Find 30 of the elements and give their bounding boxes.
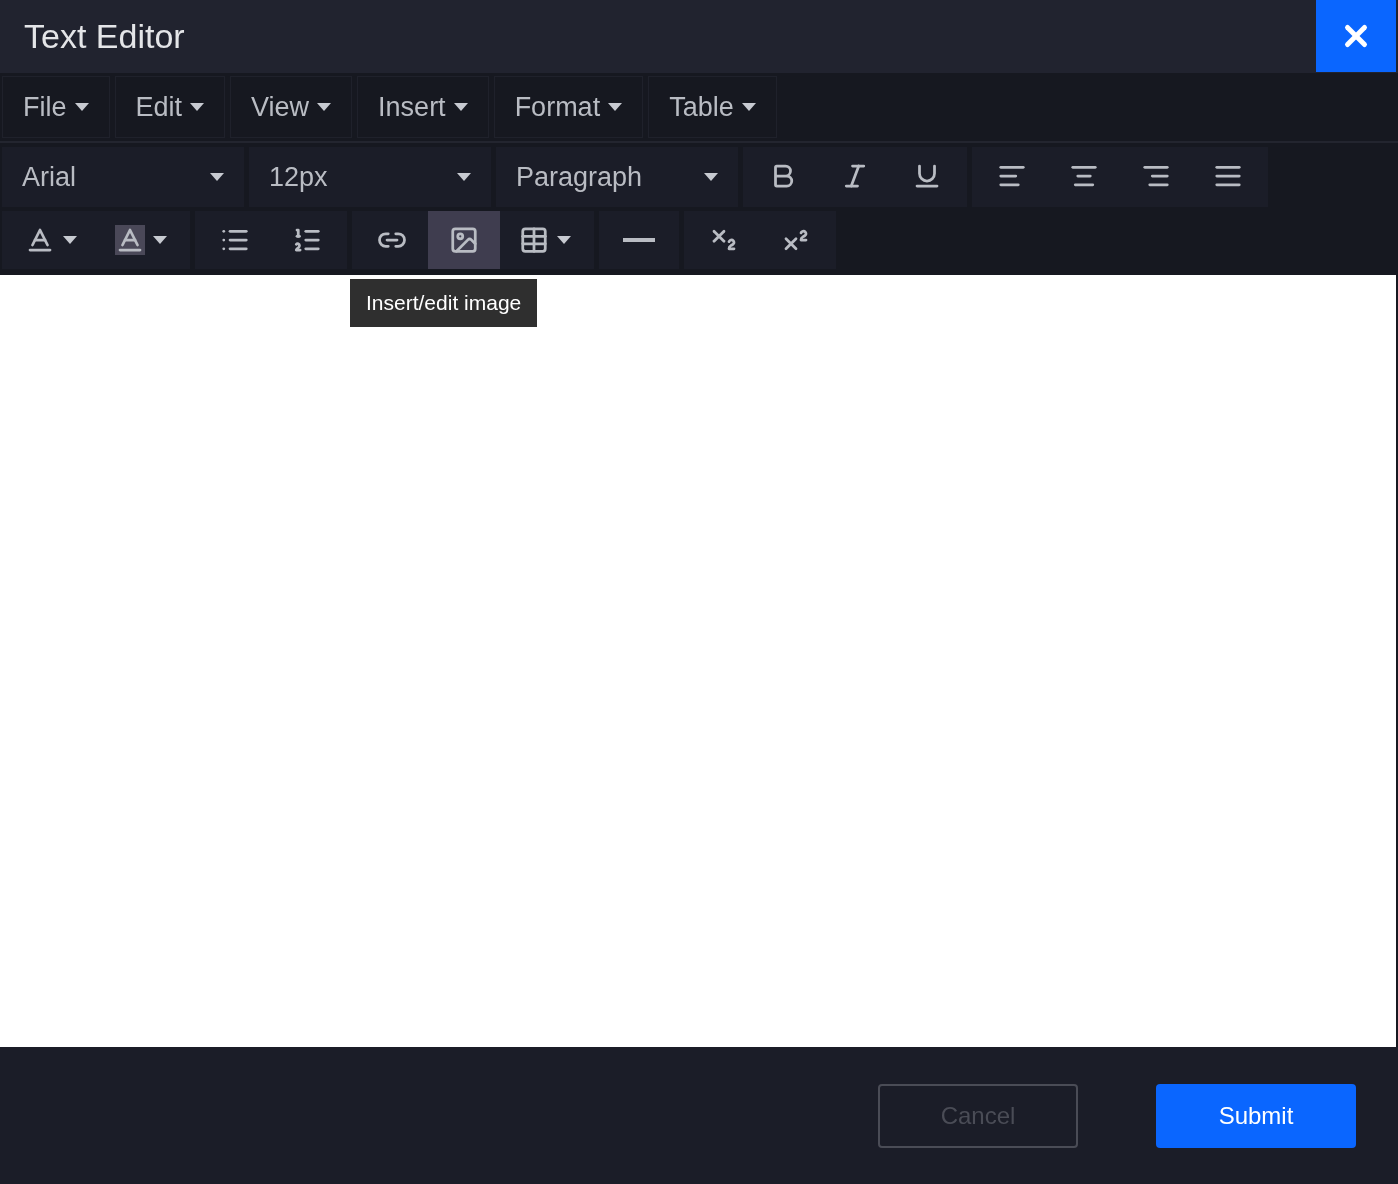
menu-button[interactable]: File (2, 76, 110, 138)
caret-icon (453, 103, 468, 111)
caret-icon (457, 173, 471, 181)
close-button[interactable] (1316, 0, 1396, 72)
caret-icon (74, 103, 89, 111)
image-button[interactable] (428, 211, 500, 269)
caret-icon (63, 236, 77, 244)
submit-button[interactable]: Submit (1156, 1083, 1356, 1148)
caret-icon (317, 103, 332, 111)
highlight-color-icon (115, 225, 145, 255)
menu-button[interactable]: Format (493, 76, 644, 138)
caret-icon (190, 103, 205, 111)
caret-icon (608, 103, 623, 111)
menu-button[interactable]: View (230, 76, 353, 138)
caret-icon (153, 236, 167, 244)
caret-icon (704, 173, 718, 181)
format-select[interactable]: Paragraph (496, 147, 738, 207)
tooltip: Insert/edit image (350, 279, 538, 327)
image-icon (449, 225, 479, 255)
table-icon (519, 225, 549, 255)
caret-icon (741, 103, 756, 111)
format-select[interactable]: Arial (2, 147, 244, 207)
caret-icon (210, 173, 224, 181)
caret-icon (557, 236, 571, 244)
format-select[interactable]: 12px (249, 147, 491, 207)
menu-button[interactable]: Table (648, 76, 777, 138)
editor-area[interactable]: Insert/edit image (0, 275, 1396, 1047)
menu-button[interactable]: Edit (114, 76, 226, 138)
window-title: Text Editor (23, 16, 186, 57)
menu-button[interactable]: Insert (357, 76, 489, 138)
